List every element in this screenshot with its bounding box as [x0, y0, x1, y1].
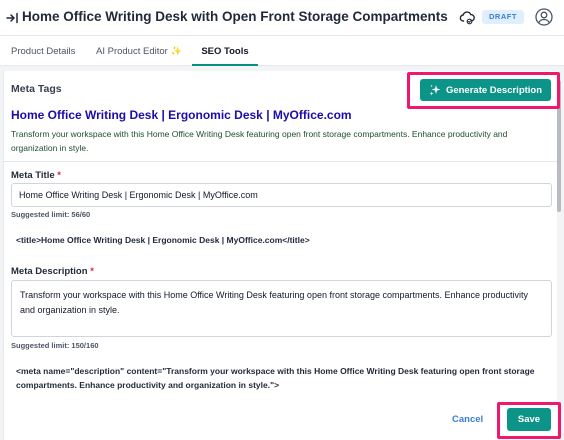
generate-description-button[interactable]: Generate Description — [420, 79, 551, 101]
sparkle-icon — [429, 84, 441, 96]
product-title: Home Office Writing Desk with Open Front… — [22, 9, 448, 24]
required-marker: * — [90, 266, 94, 277]
tab-product-details[interactable]: Product Details — [11, 38, 75, 66]
meta-title-code: <title>Home Office Writing Desk | Ergono… — [16, 235, 310, 245]
meta-title-hint: Suggested limit: 56/60 — [11, 210, 91, 219]
cloud-sync-icon — [459, 11, 475, 25]
search-preview-description: Transform your workspace with this Home … — [11, 129, 508, 153]
sparkle-icon: ✨ — [170, 46, 182, 56]
user-avatar-icon[interactable] — [535, 8, 553, 26]
meta-title-label: Meta Title * — [11, 170, 61, 181]
search-preview-title: Home Office Writing Desk | Ergonomic Des… — [11, 108, 352, 122]
collapse-arrow-icon[interactable] — [6, 11, 20, 25]
cancel-button[interactable]: Cancel — [452, 414, 483, 425]
meta-title-input[interactable] — [11, 183, 552, 207]
meta-description-label: Meta Description * — [11, 266, 94, 277]
tab-label: SEO Tools — [201, 46, 249, 57]
meta-description-code: <meta name="description" content="Transf… — [16, 366, 535, 390]
meta-tags-heading: Meta Tags — [11, 83, 62, 95]
tab-bar: Product Details AI Product Editor ✨ SEO … — [0, 38, 564, 66]
tab-ai-product-editor[interactable]: AI Product Editor ✨ — [96, 38, 182, 66]
section-divider — [3, 161, 557, 162]
required-marker: * — [57, 170, 61, 181]
status-badge: DRAFT — [482, 10, 524, 24]
generate-description-label: Generate Description — [445, 84, 543, 96]
save-button[interactable]: Save — [507, 408, 551, 431]
tab-seo-tools[interactable]: SEO Tools — [192, 38, 258, 66]
meta-title-label-text: Meta Title — [11, 170, 55, 181]
meta-description-label-text: Meta Description — [11, 266, 88, 277]
app-header: Home Office Writing Desk with Open Front… — [0, 0, 564, 36]
meta-description-input[interactable]: Transform your workspace with this Home … — [11, 280, 552, 337]
tab-label: Product Details — [11, 46, 76, 57]
meta-description-hint: Suggested limit: 150/160 — [11, 341, 99, 350]
tab-label: AI Product Editor — [96, 46, 168, 57]
